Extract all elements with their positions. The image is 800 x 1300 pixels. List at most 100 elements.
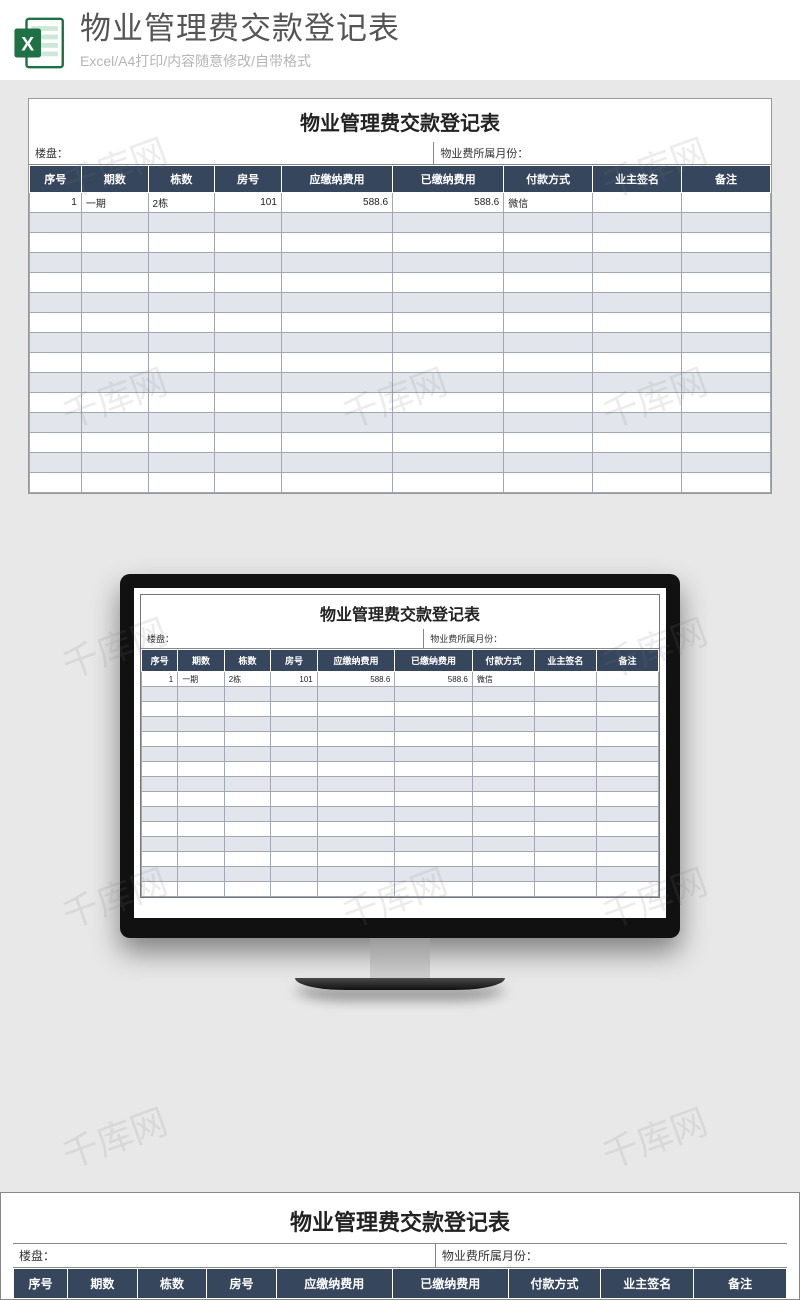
svg-text:X: X — [21, 34, 34, 55]
column-header: 已缴纳费用 — [393, 166, 504, 193]
table-cell — [30, 353, 82, 373]
table-cell — [148, 433, 215, 453]
table-cell — [596, 777, 658, 792]
sheet-subheader-bottom: 楼盘： 物业费所属月份： — [13, 1243, 787, 1268]
table-cell — [593, 313, 682, 333]
table-cell — [472, 867, 534, 882]
table-cell — [224, 867, 271, 882]
table-cell — [472, 822, 534, 837]
table-cell — [178, 777, 225, 792]
table-cell — [271, 747, 318, 762]
table-cell: 588.6 — [395, 672, 473, 687]
table-cell — [271, 777, 318, 792]
table-cell — [393, 453, 504, 473]
table-cell — [271, 882, 318, 897]
page-header: X 物业管理费交款登记表 Excel/A4打印/内容随意修改/自带格式 — [0, 0, 800, 80]
table-cell — [81, 353, 148, 373]
table-cell — [215, 273, 282, 293]
table-cell — [224, 777, 271, 792]
table-row — [30, 233, 771, 253]
table-cell — [317, 687, 395, 702]
table-cell — [393, 413, 504, 433]
table-cell — [281, 373, 392, 393]
column-header: 付款方式 — [508, 1269, 601, 1299]
table-cell — [81, 433, 148, 453]
sheet-title: 物业管理费交款登记表 — [29, 99, 771, 142]
table-cell — [178, 882, 225, 897]
table-cell — [281, 313, 392, 333]
table-cell — [148, 233, 215, 253]
table-cell — [224, 837, 271, 852]
table-cell — [596, 882, 658, 897]
table-cell — [224, 747, 271, 762]
table-cell — [534, 822, 596, 837]
table-cell — [215, 293, 282, 313]
table-cell — [504, 393, 593, 413]
table-cell — [178, 687, 225, 702]
table-cell — [593, 193, 682, 213]
table-cell — [682, 273, 771, 293]
table-row — [142, 687, 659, 702]
table-cell — [682, 233, 771, 253]
table-cell — [81, 453, 148, 473]
spreadsheet-preview: 物业管理费交款登记表 楼盘： 物业费所属月份： 序号期数栋数房号应缴纳费用已缴纳… — [28, 98, 772, 494]
table-cell — [596, 762, 658, 777]
table-cell: 1 — [142, 672, 178, 687]
table-row — [30, 353, 771, 373]
table-cell — [472, 837, 534, 852]
table-cell — [30, 393, 82, 413]
table-row — [142, 807, 659, 822]
table-cell — [142, 837, 178, 852]
table-cell — [317, 777, 395, 792]
table-cell — [271, 852, 318, 867]
table-cell — [504, 293, 593, 313]
table-cell — [215, 393, 282, 413]
table-cell — [682, 313, 771, 333]
table-cell — [534, 732, 596, 747]
table-cell — [271, 792, 318, 807]
table-cell: 101 — [271, 672, 318, 687]
table-cell — [142, 852, 178, 867]
table-cell — [215, 253, 282, 273]
table-cell — [148, 353, 215, 373]
column-header: 付款方式 — [504, 166, 593, 193]
spreadsheet-preview-small: 物业管理费交款登记表 楼盘： 物业费所属月份： 序号期数栋数房号应缴纳费用已缴纳… — [140, 594, 660, 898]
table-cell — [271, 762, 318, 777]
table-cell — [215, 233, 282, 253]
table-row: 1一期2栋101588.6588.6微信 — [30, 193, 771, 213]
column-header: 付款方式 — [472, 650, 534, 672]
table-cell — [215, 473, 282, 493]
table-row — [30, 393, 771, 413]
table-cell — [682, 353, 771, 373]
table-cell — [281, 233, 392, 253]
table-cell — [393, 353, 504, 373]
table-cell — [504, 333, 593, 353]
table-cell — [395, 867, 473, 882]
table-cell — [148, 313, 215, 333]
table-cell — [395, 732, 473, 747]
table-cell — [178, 702, 225, 717]
table-cell — [593, 353, 682, 373]
column-header: 序号 — [14, 1269, 68, 1299]
table-cell — [593, 293, 682, 313]
column-header: 栋数 — [137, 1269, 207, 1299]
table-row — [142, 732, 659, 747]
table-cell — [472, 792, 534, 807]
table-cell — [534, 807, 596, 822]
column-header: 备注 — [596, 650, 658, 672]
table-cell — [148, 413, 215, 433]
table-cell — [472, 807, 534, 822]
table-cell: 1 — [30, 193, 82, 213]
table-row — [142, 792, 659, 807]
table-cell — [393, 373, 504, 393]
table-cell — [593, 453, 682, 473]
table-cell — [81, 413, 148, 433]
sheet-table: 序号期数栋数房号应缴纳费用已缴纳费用付款方式业主签名备注 1一期2栋101588… — [29, 165, 771, 493]
table-cell — [472, 777, 534, 792]
table-cell — [148, 393, 215, 413]
table-cell — [215, 353, 282, 373]
sheet-title-small: 物业管理费交款登记表 — [141, 595, 659, 629]
table-cell — [30, 313, 82, 333]
table-cell — [504, 433, 593, 453]
table-cell — [393, 293, 504, 313]
